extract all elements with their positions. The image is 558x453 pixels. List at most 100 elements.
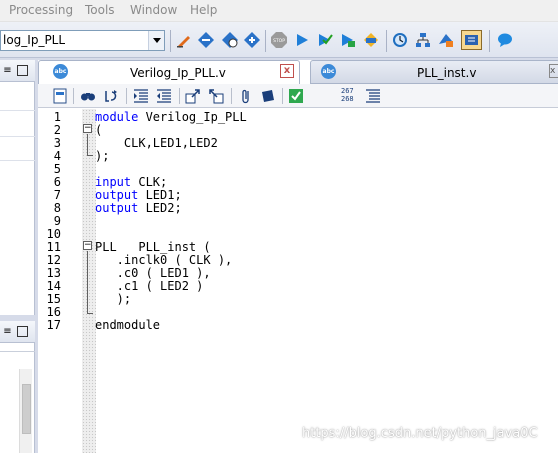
toolbar-divider — [179, 88, 180, 104]
comment-icon[interactable] — [185, 88, 201, 104]
bookmark-icon[interactable] — [260, 88, 276, 104]
code-text: .inclk0 ( CLK ), — [95, 253, 233, 267]
toolbar-divider — [126, 88, 127, 104]
fold-collapse-icon[interactable]: − — [83, 124, 92, 133]
clock-icon[interactable] — [392, 32, 408, 48]
attach-icon[interactable] — [238, 88, 254, 104]
verilog-file-icon: abc — [53, 64, 68, 79]
find-next-icon[interactable] — [103, 88, 119, 104]
code-text: ); — [95, 292, 132, 306]
menu-icon[interactable]: ≡ — [2, 326, 13, 337]
code-text: Verilog_Ip_PLL — [138, 110, 247, 124]
editor-toolbar: 267 268 — [38, 84, 558, 108]
tasks-panel: ≡ — [0, 321, 35, 453]
fold-guide-end — [87, 313, 93, 314]
toggle-lines-icon[interactable] — [365, 88, 381, 104]
chip-planner-icon[interactable] — [438, 32, 454, 48]
line-numbers-icon[interactable]: 267 268 — [341, 87, 354, 103]
main-toolbar: log_Ip_PLL STOP — [0, 22, 558, 58]
svg-text:STOP: STOP — [273, 38, 285, 44]
line-numbers-icon-top: 267 — [341, 87, 354, 95]
code-line[interactable]: CLK,LED1,LED2 — [95, 137, 218, 150]
tab-verilog-ip-pll[interactable]: abc Verilog_Ip_PLL.v x — [38, 60, 300, 84]
verilog-file-icon: abc — [321, 64, 336, 79]
code-text: LED2; — [138, 201, 182, 215]
outdent-icon[interactable] — [156, 88, 172, 104]
code-keyword: output — [95, 201, 139, 215]
code-text: .c0 ( LED1 ), — [95, 266, 211, 280]
menu-window[interactable]: Window — [130, 3, 177, 17]
close-icon[interactable]: x — [549, 64, 558, 78]
entity-select[interactable]: log_Ip_PLL — [0, 30, 165, 51]
scrollbar-thumb[interactable] — [22, 384, 31, 434]
project-navigator-panel: ≡ — [0, 60, 35, 315]
code-line[interactable]: ); — [95, 150, 109, 163]
fold-margin — [82, 109, 96, 453]
code-text: ); — [95, 149, 110, 163]
help-chat-icon[interactable] — [497, 32, 513, 48]
timing-icon[interactable] — [363, 32, 379, 48]
code-text: LED1; — [138, 188, 182, 202]
code-line[interactable]: module Verilog_Ip_PLL — [95, 111, 247, 124]
code-text: endmodule — [95, 318, 161, 332]
menu-bar: Processing Tools Window Help — [0, 0, 558, 22]
code-line[interactable]: output LED2; — [95, 202, 182, 215]
panel-header: ≡ — [0, 60, 35, 82]
start-icon[interactable] — [294, 32, 310, 48]
document-icon[interactable] — [52, 88, 68, 104]
toolbar-divider — [231, 88, 232, 104]
code-keyword: output — [95, 188, 139, 202]
insert-template-icon[interactable] — [288, 88, 304, 104]
scrollbar[interactable] — [19, 369, 32, 453]
hierarchy-icon[interactable] — [415, 32, 431, 48]
line-number: 17 — [46, 318, 61, 332]
menu-tools[interactable]: Tools — [85, 3, 115, 17]
code-keyword: input — [95, 175, 132, 189]
fold-guide — [87, 134, 88, 155]
close-icon[interactable]: x — [280, 64, 294, 78]
edit-icon[interactable] — [176, 32, 192, 48]
compile-icon[interactable] — [198, 32, 214, 48]
uncomment-icon[interactable] — [208, 88, 224, 104]
toolbar-divider — [489, 30, 490, 52]
editor-area: abc Verilog_Ip_PLL.v x abc PLL_inst.v x … — [38, 60, 558, 453]
restore-icon[interactable] — [17, 65, 28, 76]
list-divider — [0, 136, 35, 137]
toolbar-divider — [73, 88, 74, 104]
panel-header: ≡ — [0, 321, 35, 343]
list-divider — [0, 110, 35, 111]
list-divider — [0, 160, 35, 161]
watermark-text: https://blog.csdn.net/python_java0C — [302, 426, 538, 441]
code-text: CLK; — [131, 175, 168, 189]
code-line[interactable]: ); — [95, 293, 131, 306]
fold-guide-end — [87, 155, 93, 156]
code-text: PLL PLL_inst ( — [95, 240, 211, 254]
entity-select-value: log_Ip_PLL — [3, 33, 66, 47]
toolbar-divider — [282, 88, 283, 104]
chevron-down-icon[interactable] — [148, 31, 164, 50]
tab-pll-inst[interactable]: abc PLL_inst.v x — [310, 60, 558, 84]
fitter-icon[interactable] — [317, 32, 333, 48]
code-text: CLK,LED1,LED2 — [95, 136, 218, 150]
line-numbers-icon-bottom: 268 — [341, 95, 354, 103]
synthesis-icon[interactable] — [244, 32, 260, 48]
code-text: ( — [95, 123, 103, 137]
fold-guide — [87, 251, 88, 313]
menu-help[interactable]: Help — [190, 3, 217, 17]
menu-processing[interactable]: Processing — [9, 3, 73, 17]
toolbar-divider — [170, 30, 171, 52]
stop-icon[interactable]: STOP — [271, 32, 287, 48]
programmer-icon[interactable] — [461, 30, 482, 50]
code-line[interactable]: endmodule — [95, 319, 160, 332]
menu-icon[interactable]: ≡ — [2, 65, 13, 76]
restore-icon[interactable] — [17, 326, 28, 337]
indent-icon[interactable] — [133, 88, 149, 104]
toolbar-divider — [265, 30, 266, 52]
fold-collapse-icon[interactable]: − — [83, 241, 92, 250]
analysis-icon[interactable] — [222, 32, 238, 48]
assembler-icon[interactable] — [340, 32, 356, 48]
list-divider — [0, 351, 35, 352]
find-icon[interactable] — [80, 88, 96, 104]
code-keyword: module — [95, 110, 139, 124]
toolbar-divider — [386, 30, 387, 52]
